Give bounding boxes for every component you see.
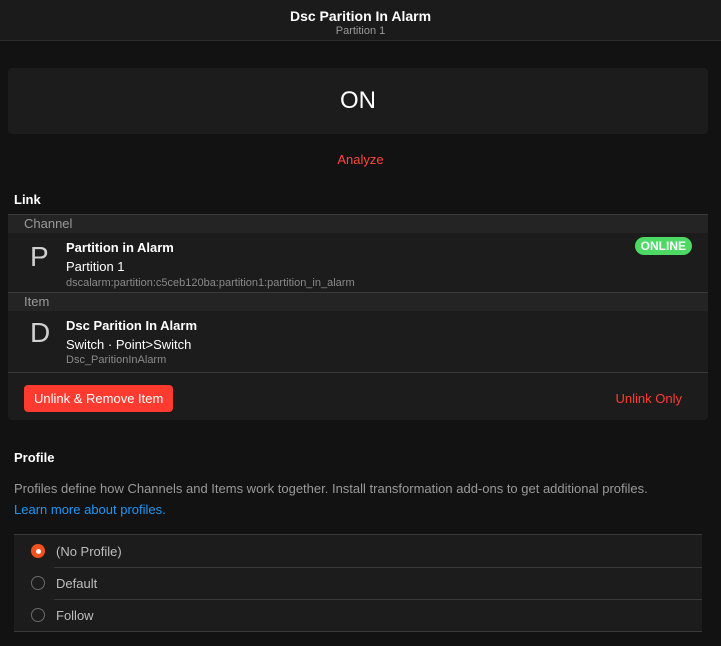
profile-option-follow[interactable]: Follow	[14, 599, 702, 631]
item-avatar: D	[30, 317, 51, 348]
profile-description: Profiles define how Channels and Items w…	[14, 481, 648, 496]
profile-option-none[interactable]: (No Profile)	[14, 535, 702, 567]
status-badge: ONLINE	[634, 237, 692, 255]
item-title: Dsc Parition In Alarm	[66, 318, 197, 333]
analyze-link[interactable]: Analyze	[0, 152, 721, 167]
profile-option-default[interactable]: Default	[14, 567, 702, 599]
radio-selected-icon[interactable]	[31, 544, 45, 558]
link-heading: Link	[14, 192, 41, 207]
radio-icon[interactable]	[31, 608, 45, 622]
unlink-remove-button[interactable]: Unlink & Remove Item	[24, 385, 174, 412]
channel-subtitle: Partition 1	[66, 259, 125, 274]
option-label: Default	[56, 575, 98, 591]
page-title: Dsc Parition In Alarm	[289, 8, 432, 24]
link-card: Channel P Partition in Alarm Partition 1…	[8, 214, 708, 420]
item-state-card[interactable]: ON	[8, 68, 708, 134]
item-type: Switch · Point>Switch	[66, 337, 192, 352]
channel-title: Partition in Alarm	[66, 240, 174, 255]
profile-heading: Profile	[14, 450, 55, 465]
item-section-header: Item	[8, 293, 708, 311]
profile-options: (No Profile) Default Follow	[14, 534, 702, 632]
learn-more-link[interactable]: Learn more about profiles.	[14, 502, 166, 517]
channel-section-header: Channel	[8, 215, 708, 233]
channel-avatar: P	[30, 241, 49, 272]
navbar: Dsc Parition In Alarm Partition 1	[0, 0, 721, 41]
option-label: Follow	[56, 607, 94, 623]
item-row[interactable]: D Dsc Parition In Alarm Switch · Point>S…	[8, 311, 708, 373]
channel-uid: dscalarm:partition:c5ceb120ba:partition1…	[66, 277, 355, 289]
page-subtitle: Partition 1	[335, 25, 386, 37]
radio-icon[interactable]	[31, 576, 45, 590]
option-label: (No Profile)	[56, 543, 122, 559]
item-name: Dsc_ParitionInAlarm	[66, 354, 167, 366]
channel-row[interactable]: P Partition in Alarm Partition 1 dscalar…	[8, 233, 708, 293]
unlink-only-button[interactable]: Unlink Only	[616, 391, 682, 406]
